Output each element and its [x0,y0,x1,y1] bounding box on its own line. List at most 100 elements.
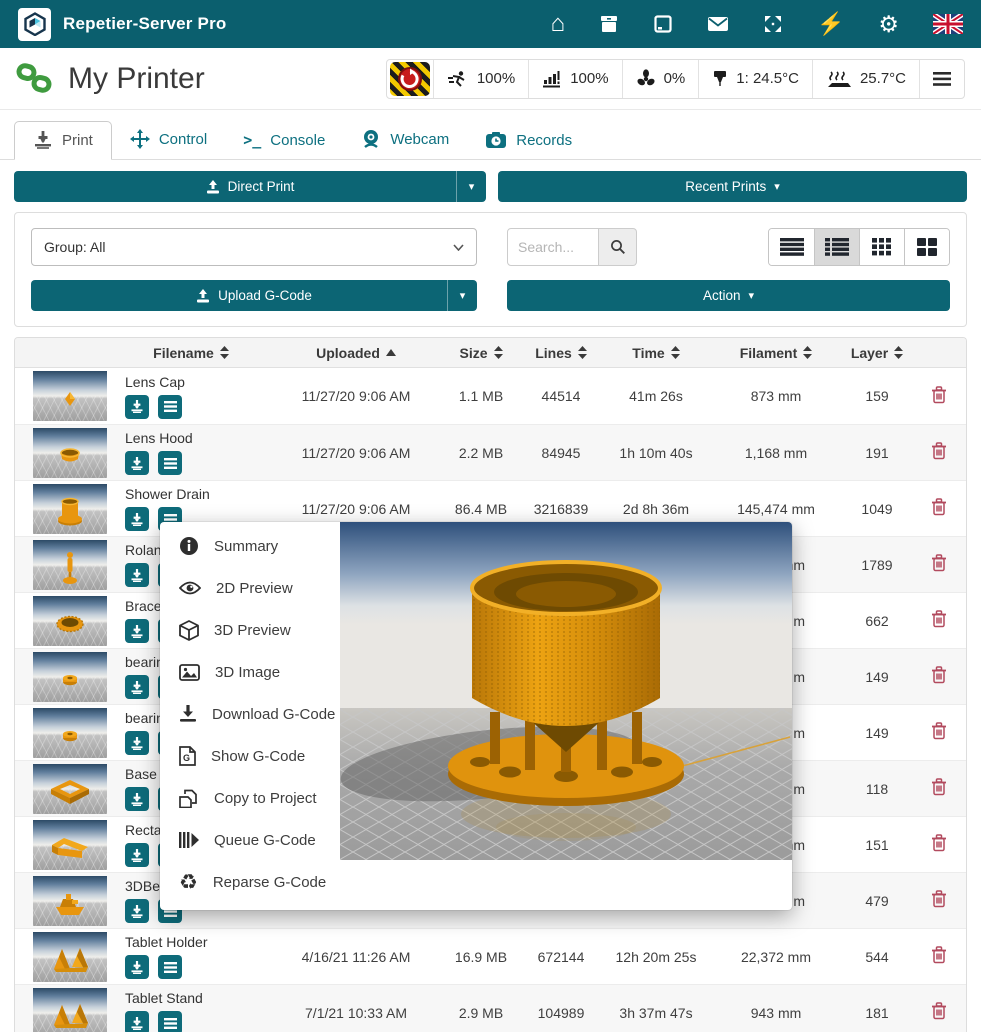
column-header-time[interactable]: Time [601,345,711,361]
column-header-size[interactable]: Size [441,345,521,361]
menu-item-3d-preview[interactable]: 3D Preview [160,609,340,651]
action-button[interactable]: Action▾ [507,280,950,311]
gcode-storage-icon[interactable] [599,14,619,34]
search-input[interactable] [507,228,599,266]
delete-file-button[interactable] [931,834,947,855]
printer-icon[interactable] [653,14,673,34]
menu-item-show-g-code[interactable]: GShow G-Code [160,735,340,777]
column-header-filename[interactable]: Filename [111,345,271,361]
gcode-context-menu-popup: Summary2D Preview3D Preview3D ImageDownl… [160,522,792,910]
delete-file-button[interactable] [931,498,947,519]
language-flag-icon[interactable] [933,14,963,34]
print-file-button[interactable] [125,843,149,867]
upload-gcode-dropdown-toggle[interactable]: ▾ [447,280,477,311]
model-thumbnail[interactable] [33,596,107,646]
connected-link-icon[interactable] [16,62,54,96]
model-thumbnail[interactable] [33,764,107,814]
model-thumbnail[interactable] [33,820,107,870]
view-mode-list[interactable] [769,229,814,265]
group-select[interactable]: Group: All [31,228,477,266]
model-thumbnail[interactable] [33,371,107,421]
column-header-layer[interactable]: Layer [841,345,913,361]
menu-item-3d-image[interactable]: 3D Image [160,651,340,693]
column-header-uploaded[interactable]: Uploaded [271,345,441,361]
trash-icon [931,1002,947,1020]
menu-item-summary[interactable]: Summary [160,525,340,567]
print-file-button[interactable] [125,1011,149,1032]
delete-file-button[interactable] [931,722,947,743]
delete-file-button[interactable] [931,778,947,799]
print-file-button[interactable] [125,395,149,419]
delete-file-button[interactable] [931,386,947,407]
upload-gcode-button[interactable]: Upload G-Code ▾ [31,280,477,311]
layer-cell: 118 [841,781,913,797]
menu-item-queue-g-code[interactable]: Queue G-Code [160,819,340,861]
print-file-button[interactable] [125,787,149,811]
model-thumbnail[interactable] [33,652,107,702]
file-menu-button[interactable] [158,395,182,419]
status-badge-extruder[interactable]: 1: 24.5°C [698,60,812,98]
column-header-lines[interactable]: Lines [521,345,601,361]
power-icon[interactable]: ⚡ [817,13,844,35]
print-file-button[interactable] [125,451,149,475]
delete-file-button[interactable] [931,946,947,967]
status-badge-speed[interactable]: 100% [433,60,528,98]
status-badge-bed[interactable]: 25.7°C [812,60,919,98]
print-file-button[interactable] [125,899,149,923]
delete-file-button[interactable] [931,554,947,575]
tab-records[interactable]: Records [467,122,590,159]
direct-print-dropdown-toggle[interactable]: ▾ [456,171,486,202]
print-file-button[interactable] [125,563,149,587]
file-menu-button[interactable] [158,1011,182,1032]
print-file-button[interactable] [125,955,149,979]
file-menu-button[interactable] [158,955,182,979]
delete-file-button[interactable] [931,442,947,463]
tab-control[interactable]: Control [112,120,225,159]
delete-file-button[interactable] [931,890,947,911]
view-mode-grid-small[interactable] [859,229,904,265]
table-row: Tablet Holder4/16/21 11:26 AM16.9 MB6721… [15,928,966,984]
view-mode-grid-large[interactable] [904,229,949,265]
settings-icon[interactable]: ⚙ [878,13,899,36]
model-thumbnail[interactable] [33,428,107,478]
tab-console[interactable]: >_Console [225,122,343,159]
emergency-stop-button[interactable] [387,60,433,98]
print-file-button[interactable] [125,507,149,531]
view-mode-list-detail[interactable] [814,229,859,265]
recent-prints-button[interactable]: Recent Prints▾ [498,171,967,202]
status-badge-value: 100% [477,70,515,87]
menu-item-copy-to-project[interactable]: Copy to Project [160,777,340,819]
print-file-button[interactable] [125,619,149,643]
print-file-button[interactable] [125,731,149,755]
home-icon[interactable]: ⌂ [550,12,565,36]
model-thumbnail[interactable] [33,988,107,1032]
tab-print[interactable]: Print [14,121,112,160]
model-thumbnail[interactable] [33,932,107,982]
tab-webcam[interactable]: Webcam [343,120,467,159]
menu-item-reparse-g-code[interactable]: ♻Reparse G-Code [160,861,340,903]
bed-icon [826,70,852,88]
delete-file-button[interactable] [931,1002,947,1023]
search-button[interactable] [599,228,637,266]
column-label: Filename [153,345,214,361]
file-menu-button[interactable] [158,451,182,475]
print-file-button[interactable] [125,675,149,699]
fullscreen-icon[interactable] [763,14,783,34]
image-icon [179,664,200,681]
status-badge-flow[interactable]: 100% [528,60,621,98]
messages-icon[interactable] [707,16,729,32]
model-thumbnail[interactable] [33,876,107,926]
console-tab-icon: >_ [243,131,261,149]
model-thumbnail[interactable] [33,540,107,590]
direct-print-button[interactable]: Direct Print ▾ [14,171,486,202]
tab-label: Records [516,132,572,149]
model-thumbnail[interactable] [33,484,107,534]
delete-file-button[interactable] [931,666,947,687]
printer-menu-button[interactable] [919,60,964,98]
status-badge-fan[interactable]: 0% [622,60,699,98]
delete-file-button[interactable] [931,610,947,631]
menu-item-download-g-code[interactable]: Download G-Code [160,693,340,735]
model-thumbnail[interactable] [33,708,107,758]
menu-item-2d-preview[interactable]: 2D Preview [160,567,340,609]
column-header-filament[interactable]: Filament [711,345,841,361]
